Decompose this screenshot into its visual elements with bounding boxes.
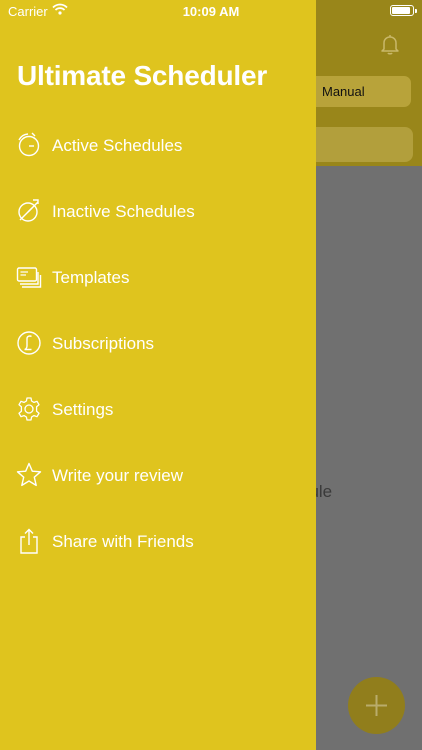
bell-icon[interactable] <box>378 32 402 56</box>
menu-item-label: Subscriptions <box>52 334 155 353</box>
battery-icon <box>390 5 417 16</box>
battery-level <box>392 7 410 14</box>
menu-item-active-schedules[interactable]: Active Schedules <box>0 119 316 173</box>
menu-item-label: Active Schedules <box>52 136 183 155</box>
plus-icon <box>366 695 387 716</box>
menu-item-inactive-schedules[interactable]: Inactive Schedules <box>0 185 316 239</box>
menu-item-label: Inactive Schedules <box>52 202 195 221</box>
search-input[interactable] <box>306 127 413 162</box>
active-schedules-icon <box>16 132 42 158</box>
menu-item-label: Settings <box>52 400 114 419</box>
app-title: Ultimate Scheduler <box>17 60 268 91</box>
menu-item-write-review[interactable]: Write your review <box>0 449 316 503</box>
menu-item-settings[interactable]: Settings <box>0 383 316 437</box>
inactive-schedules-icon <box>16 198 42 224</box>
clock-time: 10:09 AM <box>182 4 240 19</box>
side-drawer: Ultimate Scheduler Active Schedules Inac… <box>0 0 316 750</box>
menu-item-templates[interactable]: Templates <box>0 251 316 305</box>
menu-item-label: Share with Friends <box>52 532 194 551</box>
menu-item-subscriptions[interactable]: Subscriptions <box>0 317 316 371</box>
gear-icon <box>16 396 42 422</box>
subscriptions-icon <box>16 330 42 356</box>
status-bar: Carrier 10:09 AM <box>0 0 422 24</box>
menu-item-label: Write your review <box>52 466 183 485</box>
share-icon <box>16 528 42 554</box>
star-icon <box>16 462 42 488</box>
menu-item-label: Templates <box>52 268 130 287</box>
templates-icon <box>16 264 42 290</box>
add-schedule-button[interactable] <box>348 677 405 734</box>
menu-item-share[interactable]: Share with Friends <box>0 515 316 569</box>
manual-segment-label: Manual <box>322 84 365 99</box>
